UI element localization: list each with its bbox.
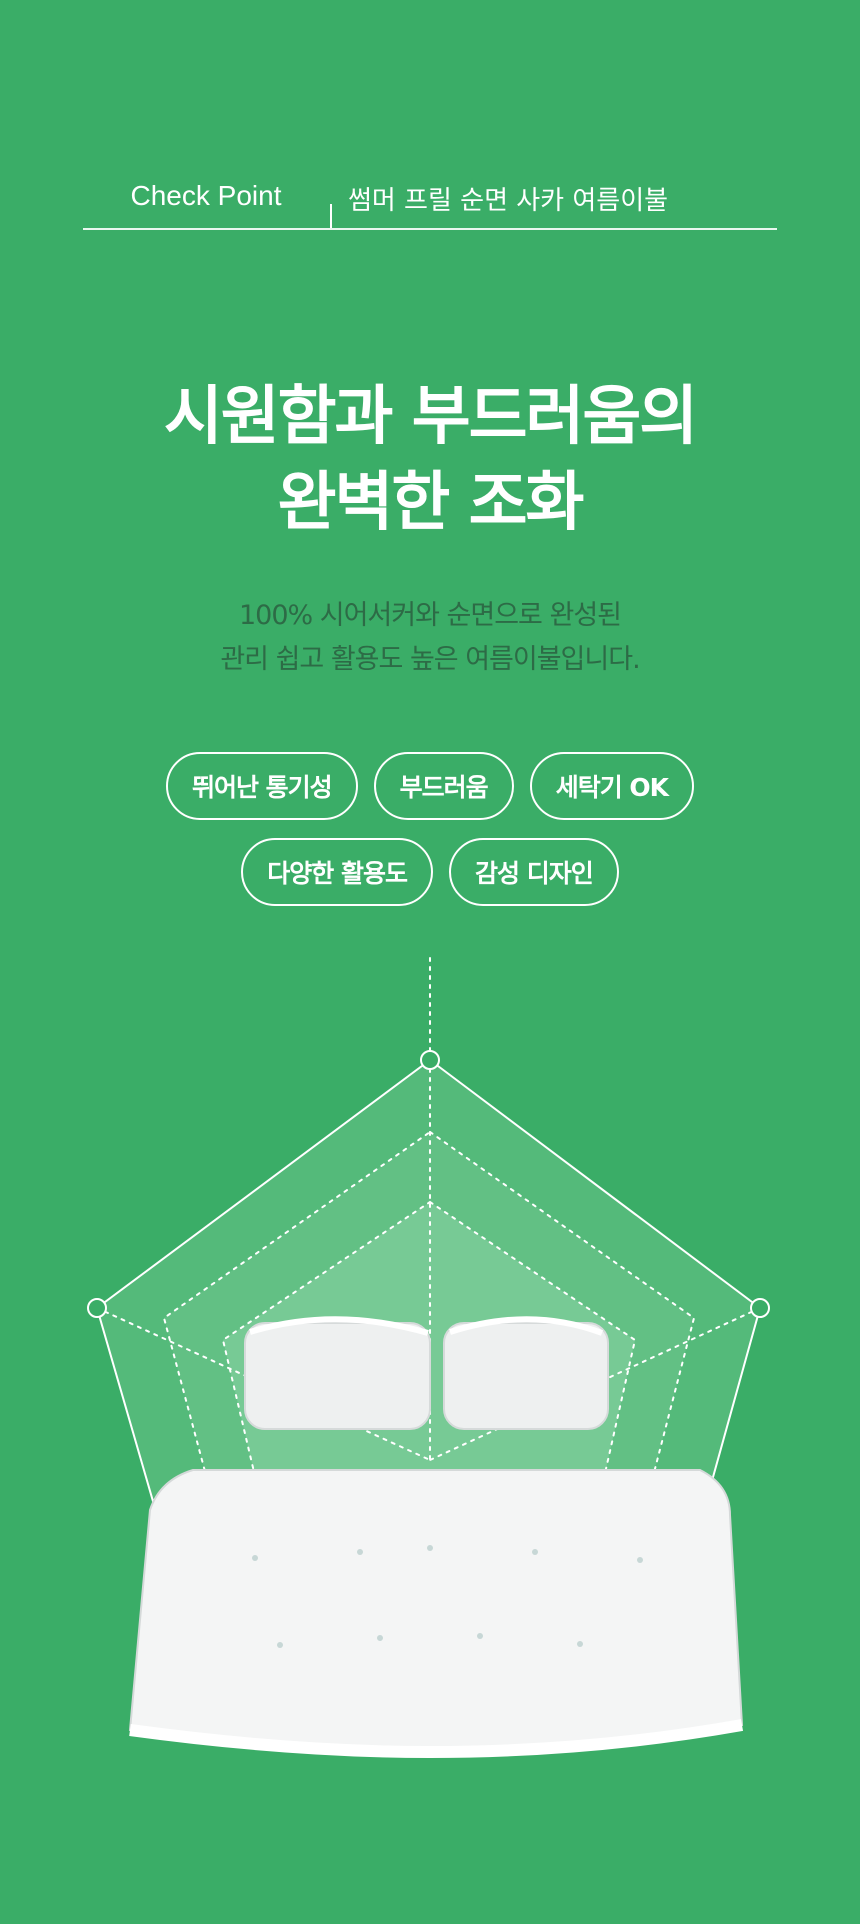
feature-badges: 뛰어난 통기성 부드러움 세탁기 OK 다양한 활용도 감성 디자인	[0, 752, 860, 924]
description-line-2: 관리 쉽고 활용도 높은 여름이불입니다.	[220, 644, 640, 675]
header-divider	[330, 204, 332, 228]
check-point-header: Check Point 썸머 프릴 순면 사카 여름이불	[83, 170, 777, 230]
badge-softness: 부드러움	[373, 752, 514, 820]
headline: 시원함과 부드러움의 완벽한 조화	[0, 374, 860, 546]
badge-versatility: 다양한 활용도	[241, 838, 433, 906]
badge-washable: 세탁기 OK	[529, 752, 695, 820]
badge-row-1: 뛰어난 통기성 부드러움 세탁기 OK	[0, 752, 860, 820]
headline-line-1: 시원함과 부드러움의	[163, 380, 698, 454]
badge-breathability: 뛰어난 통기성	[165, 752, 358, 820]
product-name: 썸머 프릴 순면 사카 여름이불	[347, 186, 669, 216]
headline-line-2: 완벽한 조화	[277, 466, 585, 540]
check-point-label: Check Point	[130, 180, 282, 211]
badge-design: 감성 디자인	[449, 838, 619, 906]
badge-row-2: 다양한 활용도 감성 디자인	[0, 838, 860, 906]
description: 100% 시어서커와 순면으로 완성된 관리 쉽고 활용도 높은 여름이불입니다…	[0, 594, 860, 682]
radar-chart-svg	[87, 957, 770, 1759]
radar-chart-illustration	[0, 940, 860, 1760]
description-line-1: 100% 시어서커와 순면으로 완성된	[238, 600, 622, 631]
